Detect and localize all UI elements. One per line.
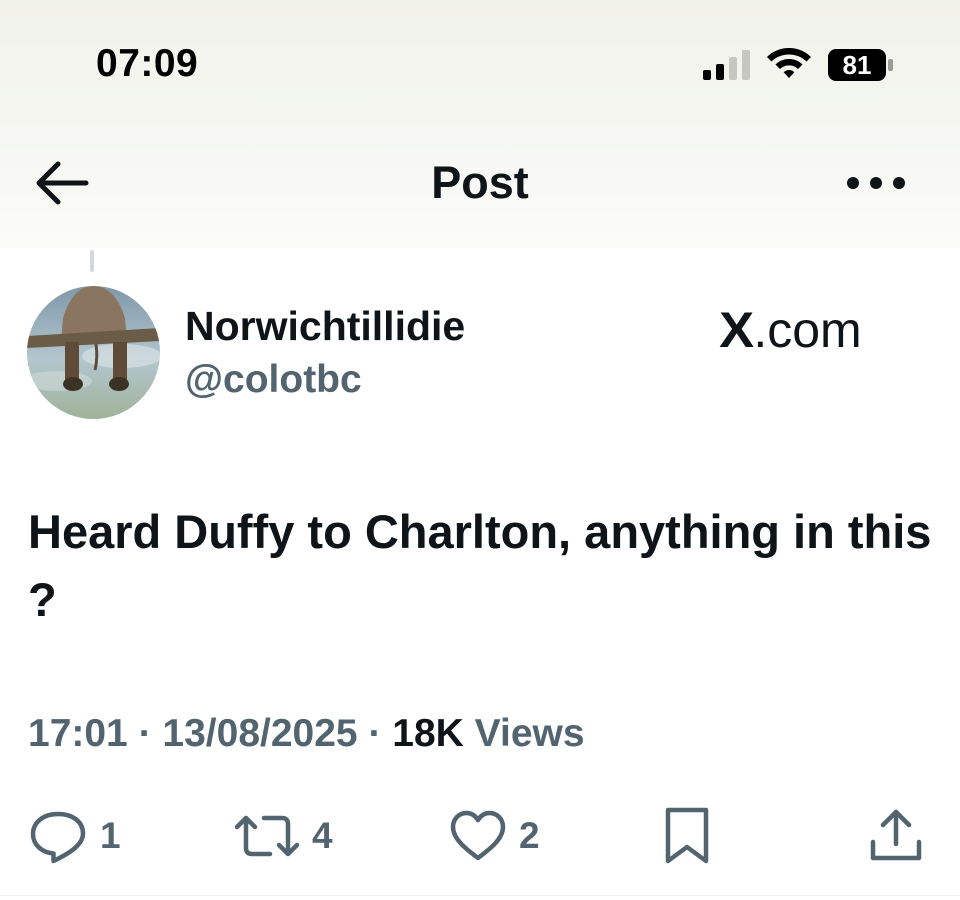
meta-separator: · (127, 712, 163, 755)
views-label: Views (463, 712, 585, 755)
share-button[interactable] (868, 808, 924, 864)
thread-connector-line (90, 250, 94, 272)
bookmark-button[interactable] (662, 807, 712, 864)
like-count: 2 (519, 815, 540, 856)
watermark-domain: .com (753, 302, 862, 358)
post-text: Heard Duffy to Charlton, anything in thi… (28, 505, 932, 626)
reply-button[interactable]: 1 (28, 808, 121, 864)
like-button[interactable]: 2 (449, 808, 540, 864)
author-handle[interactable]: @colotbc (185, 357, 362, 403)
post-date: 13/08/2025 (162, 712, 358, 755)
top-chrome (0, 0, 960, 248)
page-title: Post (431, 157, 529, 208)
battery-level: 81 (843, 50, 872, 80)
cellular-signal-icon (703, 50, 750, 80)
x-com-watermark: X.com (719, 302, 862, 358)
avatar-image (27, 286, 160, 419)
more-horizontal-icon[interactable] (844, 166, 908, 200)
repost-button[interactable]: 4 (234, 808, 333, 864)
reply-icon (30, 811, 86, 864)
author-display-name[interactable]: Norwichtillidie (185, 302, 465, 350)
repost-icon (234, 815, 300, 857)
avatar[interactable] (27, 286, 160, 419)
bookmark-icon (665, 807, 709, 864)
x-logo-letter: X (719, 302, 755, 358)
views-count[interactable]: 18K (392, 712, 464, 755)
post-time: 17:01 (28, 712, 128, 755)
battery-indicator: 81 (827, 48, 895, 82)
wifi-icon (767, 48, 811, 78)
battery-icon: 81 (828, 49, 893, 81)
reply-count: 1 (100, 815, 121, 856)
status-time: 07:09 (96, 42, 199, 85)
repost-count: 4 (312, 815, 333, 856)
divider (0, 895, 960, 896)
post-metadata: 17:01 · 13/08/2025 · 18K Views (28, 711, 585, 757)
meta-separator: · (357, 712, 393, 755)
share-icon (870, 809, 922, 861)
heart-icon (450, 810, 506, 861)
